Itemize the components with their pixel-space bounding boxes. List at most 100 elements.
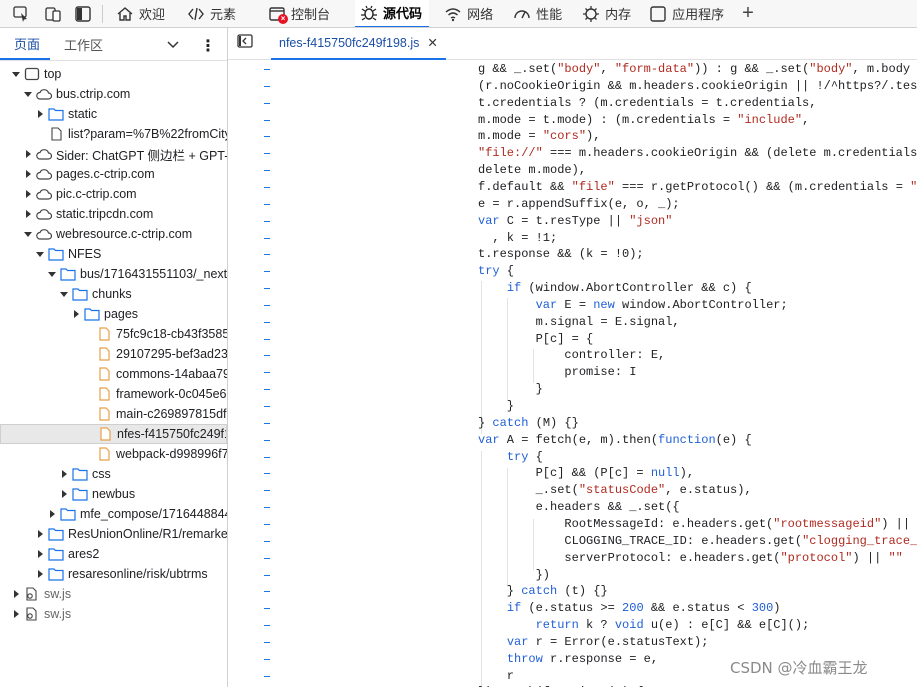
tree-item[interactable]: sw.js <box>0 604 227 624</box>
expand-right-icon[interactable] <box>22 188 34 200</box>
expand-right-icon[interactable] <box>70 308 82 320</box>
tree-item-label: top <box>44 67 62 81</box>
expand-down-icon[interactable] <box>46 268 58 280</box>
code-token: _.set( <box>478 483 579 498</box>
code-token: (e.status >= <box>521 601 623 616</box>
add-tool-button[interactable]: + <box>737 0 761 27</box>
expand-right-icon[interactable] <box>34 548 46 560</box>
tree-item[interactable]: chunks <box>0 284 227 304</box>
code-token: "protocol" <box>780 550 853 565</box>
tab-console[interactable]: × 控制台 <box>263 0 337 27</box>
code-token: , <box>600 62 615 76</box>
tree-item[interactable]: resaresonline/risk/ubtrms <box>0 564 227 584</box>
tab-network[interactable]: 网络 <box>439 0 500 27</box>
tree-item[interactable]: webresource.c-ctrip.com <box>0 224 227 244</box>
expand-right-icon[interactable] <box>10 608 22 620</box>
diff-marker <box>264 456 270 458</box>
code-line: m.mode = t.mode) : (m.credentials = "inc… <box>478 112 809 129</box>
tree-item[interactable]: pic.c-ctrip.com <box>0 184 227 204</box>
tree-item[interactable]: Sider: ChatGPT 侧边栏 + GPT-4 <box>0 144 227 164</box>
code-token: e = r.appendSuffix(e, o, _); <box>478 196 680 211</box>
close-icon[interactable]: ✕ <box>427 35 437 50</box>
toggle-navigator-icon[interactable] <box>237 33 253 54</box>
code-line: try { <box>478 263 514 280</box>
code-token: new <box>593 297 615 312</box>
expand-right-icon[interactable] <box>22 168 34 180</box>
tree-item-label: css <box>92 467 111 481</box>
tree-item[interactable]: 29107295-bef3ad2332 <box>0 344 227 364</box>
expand-right-icon[interactable] <box>34 108 46 120</box>
diff-marker <box>264 557 270 559</box>
expand-down-icon[interactable] <box>58 288 70 300</box>
tree-item[interactable]: bus.ctrip.com <box>0 84 227 104</box>
expand-right-icon[interactable] <box>10 588 22 600</box>
code-token: if <box>506 281 522 296</box>
cloud-icon <box>36 166 52 182</box>
tree-item[interactable]: NFES <box>0 244 227 264</box>
tree-item[interactable]: ares2 <box>0 544 227 564</box>
tree-item[interactable]: framework-0c045e658 <box>0 384 227 404</box>
dock-side-icon[interactable] <box>74 5 92 23</box>
code-token: ) || <box>852 550 889 565</box>
tab-page[interactable]: 页面 <box>0 28 51 60</box>
tree-item[interactable]: webpack-d998996f710 <box>0 444 227 464</box>
tree-item[interactable]: pages <box>0 304 227 324</box>
expand-down-icon[interactable] <box>10 68 22 80</box>
tree-item[interactable]: sw.js <box>0 584 227 604</box>
expand-right-icon[interactable] <box>34 568 46 580</box>
code-line: serverProtocol: e.headers.get("protocol"… <box>478 550 902 567</box>
tree-item[interactable]: 75fc9c18-cb43f3585f2 <box>0 324 227 344</box>
code-token: if <box>506 601 522 616</box>
expand-down-icon[interactable] <box>34 248 46 260</box>
tree-item[interactable]: top <box>0 64 227 84</box>
tree-item[interactable]: static <box>0 104 227 124</box>
tree-item[interactable]: main-c269897815df33 <box>0 404 227 424</box>
expand-down-icon[interactable] <box>22 228 34 240</box>
tree-item[interactable]: newbus <box>0 484 227 504</box>
diff-marker <box>264 422 270 424</box>
tree-item[interactable]: css <box>0 464 227 484</box>
code-editor[interactable]: g && _.set("body", "form-data")) : g && … <box>478 60 917 687</box>
code-line: var E = new window.AbortController; <box>478 297 788 314</box>
diff-marker <box>264 203 270 205</box>
code-token: ) || <box>881 516 917 531</box>
expand-down-icon[interactable] <box>22 88 34 100</box>
expand-right-icon[interactable] <box>46 508 58 520</box>
expand-right-icon[interactable] <box>22 148 34 160</box>
tree-item[interactable]: nfes-f415750fc249f198 <box>0 424 227 444</box>
chevron-down-icon[interactable] <box>166 37 180 54</box>
tree-item[interactable]: static.tripcdn.com <box>0 204 227 224</box>
tab-sources[interactable]: 源代码 <box>355 0 430 27</box>
code-line: try { <box>478 449 543 466</box>
tree-item[interactable]: ResUnionOnline/R1/remarket <box>0 524 227 544</box>
tab-application[interactable]: 应用程序 <box>644 0 731 27</box>
code-token: )) : g && _.set( <box>694 62 810 76</box>
more-options-button[interactable]: ⋮ <box>200 36 216 56</box>
code-line: } <box>478 398 514 415</box>
frame-icon <box>24 66 40 82</box>
file-tab[interactable]: nfes-f415750fc249f198.js ✕ <box>271 28 446 60</box>
navigator-panel: 页面 工作区 ⋮ top bus.ctrip.com static list?para… <box>0 28 228 687</box>
expand-right-icon[interactable] <box>34 528 46 540</box>
tree-item[interactable]: commons-14abaa79df <box>0 364 227 384</box>
code-token: throw <box>506 651 543 666</box>
code-token: , k = !1; <box>478 230 558 245</box>
tab-memory[interactable]: 内存 <box>577 0 638 27</box>
diff-marker <box>264 220 270 222</box>
tree-item-label: pages <box>104 307 139 321</box>
expand-right-icon[interactable] <box>22 208 34 220</box>
expand-right-icon[interactable] <box>58 488 70 500</box>
expand-right-icon[interactable] <box>58 468 70 480</box>
tree-item[interactable]: pages.c-ctrip.com <box>0 164 227 184</box>
tree-item[interactable]: list?param=%7B%22fromCity <box>0 124 227 144</box>
device-emulation-icon[interactable] <box>44 5 62 23</box>
editor-tab-strip: nfes-f415750fc249f198.js ✕ <box>228 28 917 60</box>
diff-marker <box>264 186 270 188</box>
tree-item[interactable]: bus/1716431551103/_next/ <box>0 264 227 284</box>
tab-performance[interactable]: 性能 <box>508 0 569 27</box>
tree-item[interactable]: mfe_compose/1716448844 <box>0 504 227 524</box>
tab-workspace[interactable]: 工作区 <box>50 28 113 60</box>
tab-welcome[interactable]: 欢迎 <box>111 0 172 27</box>
tab-elements[interactable]: 元素 <box>182 0 243 27</box>
inspect-icon[interactable] <box>12 5 30 23</box>
